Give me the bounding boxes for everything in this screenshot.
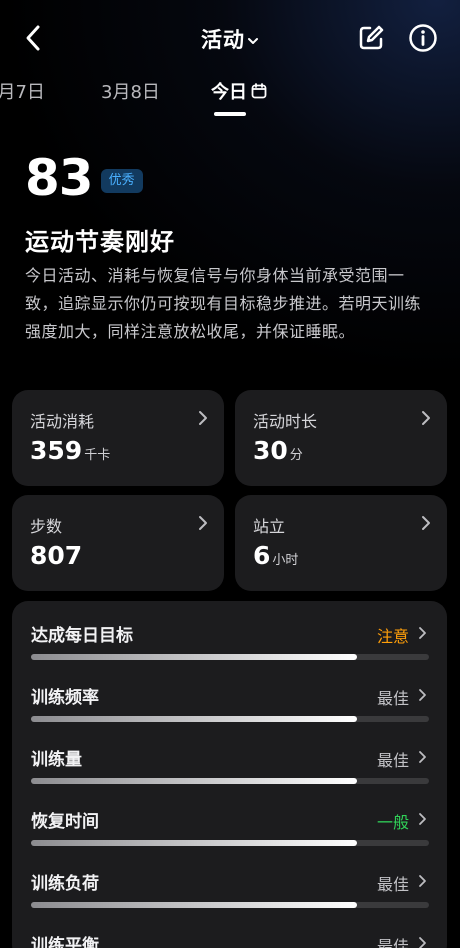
score-row: 83 优秀 — [25, 150, 143, 206]
goal-row-daily-target[interactable]: 达成每日目标 注意 — [12, 601, 447, 663]
goal-status: 最佳 — [376, 875, 409, 894]
chevron-right-icon — [419, 751, 426, 763]
tab-today[interactable]: 今日 — [211, 78, 267, 104]
top-bar: 活动 — [0, 0, 460, 76]
card-value: 807 — [30, 541, 83, 570]
goal-progress-fill — [31, 716, 358, 722]
goal-progress-track — [31, 778, 429, 784]
goal-row-training-volume[interactable]: 训练量 最佳 — [12, 725, 447, 787]
card-label: 步数 — [30, 517, 63, 536]
tab-selected-indicator — [214, 112, 246, 116]
tab-mar-8[interactable]: 3月8日 — [101, 78, 160, 104]
activity-score: 83 — [25, 149, 94, 207]
chevron-right-icon — [419, 937, 426, 948]
goal-progress-fill — [31, 778, 358, 784]
goal-row-training-frequency[interactable]: 训练频率 最佳 — [12, 663, 447, 725]
summary-description: 今日活动、消耗与恢复信号与你身体当前承受范围一致，追踪显示你仍可按现有目标稳步推… — [25, 266, 422, 341]
goal-status: 最佳 — [376, 751, 409, 770]
goal-status: 最佳 — [376, 689, 409, 708]
score-badge: 优秀 — [100, 169, 143, 193]
card-active-duration[interactable]: 活动时长 30 分 — [235, 390, 447, 486]
card-label: 活动时长 — [253, 412, 318, 431]
goal-name: 恢复时间 — [31, 812, 99, 832]
card-label: 站立 — [253, 517, 286, 536]
goal-progress-fill — [31, 840, 358, 846]
card-steps[interactable]: 步数 807 — [12, 495, 224, 591]
chevron-right-icon — [422, 516, 430, 530]
goal-progress-track — [31, 654, 429, 660]
card-stand-hours[interactable]: 站立 6 小时 — [235, 495, 447, 591]
goal-row-training-load[interactable]: 训练负荷 最佳 — [12, 849, 447, 911]
card-unit: 小时 — [272, 553, 299, 568]
goal-progress-fill — [31, 902, 358, 908]
edit-button[interactable] — [355, 22, 387, 54]
card-value: 359 — [30, 436, 83, 465]
goal-progress-track — [31, 902, 429, 908]
goal-name: 训练频率 — [31, 688, 99, 708]
card-unit: 分 — [289, 448, 303, 463]
goal-name: 训练负荷 — [31, 874, 99, 894]
tab-today-label: 今日 — [211, 82, 247, 103]
summary-headline: 运动节奏刚好 — [25, 228, 175, 256]
edit-icon — [359, 25, 384, 50]
card-unit: 千卡 — [84, 448, 111, 463]
chevron-right-icon — [419, 813, 426, 825]
card-active-calories[interactable]: 活动消耗 359 千卡 — [12, 390, 224, 486]
chevron-right-icon — [419, 875, 426, 887]
goal-progress-track — [31, 716, 429, 722]
card-label: 活动消耗 — [30, 412, 95, 431]
page-title-dropdown[interactable]: 活动 — [0, 24, 460, 54]
chevron-right-icon — [199, 411, 207, 425]
card-value: 6 — [253, 541, 271, 570]
chevron-right-icon — [422, 411, 430, 425]
page-title: 活动 — [201, 28, 245, 52]
goal-progress-track — [31, 840, 429, 846]
chevron-down-icon — [248, 38, 258, 44]
card-value: 30 — [253, 436, 288, 465]
info-button[interactable] — [407, 22, 439, 54]
calendar-icon — [251, 83, 267, 99]
goal-name: 达成每日目标 — [31, 626, 133, 646]
goal-row-recovery-time[interactable]: 恢复时间 一般 — [12, 787, 447, 849]
date-tabs: 3月7日 3月8日 今日 — [0, 78, 460, 118]
goal-name: 训练平衡 — [31, 936, 99, 948]
goal-status: 注意 — [376, 627, 409, 646]
goal-name: 训练量 — [31, 750, 82, 770]
tab-mar-7[interactable]: 3月7日 — [0, 78, 45, 104]
goal-progress-fill — [31, 654, 358, 660]
chevron-right-icon — [419, 627, 426, 639]
info-icon — [409, 24, 437, 52]
goal-status: 最佳 — [376, 937, 409, 948]
chevron-right-icon — [199, 516, 207, 530]
goals-panel: 达成每日目标 注意 训练频率 最佳 训练量 最佳 恢复时间 一般 训练负荷 最佳… — [12, 601, 447, 948]
goal-status: 一般 — [376, 813, 409, 832]
goal-row-training-balance[interactable]: 训练平衡 最佳 — [12, 911, 447, 948]
chevron-right-icon — [419, 689, 426, 701]
